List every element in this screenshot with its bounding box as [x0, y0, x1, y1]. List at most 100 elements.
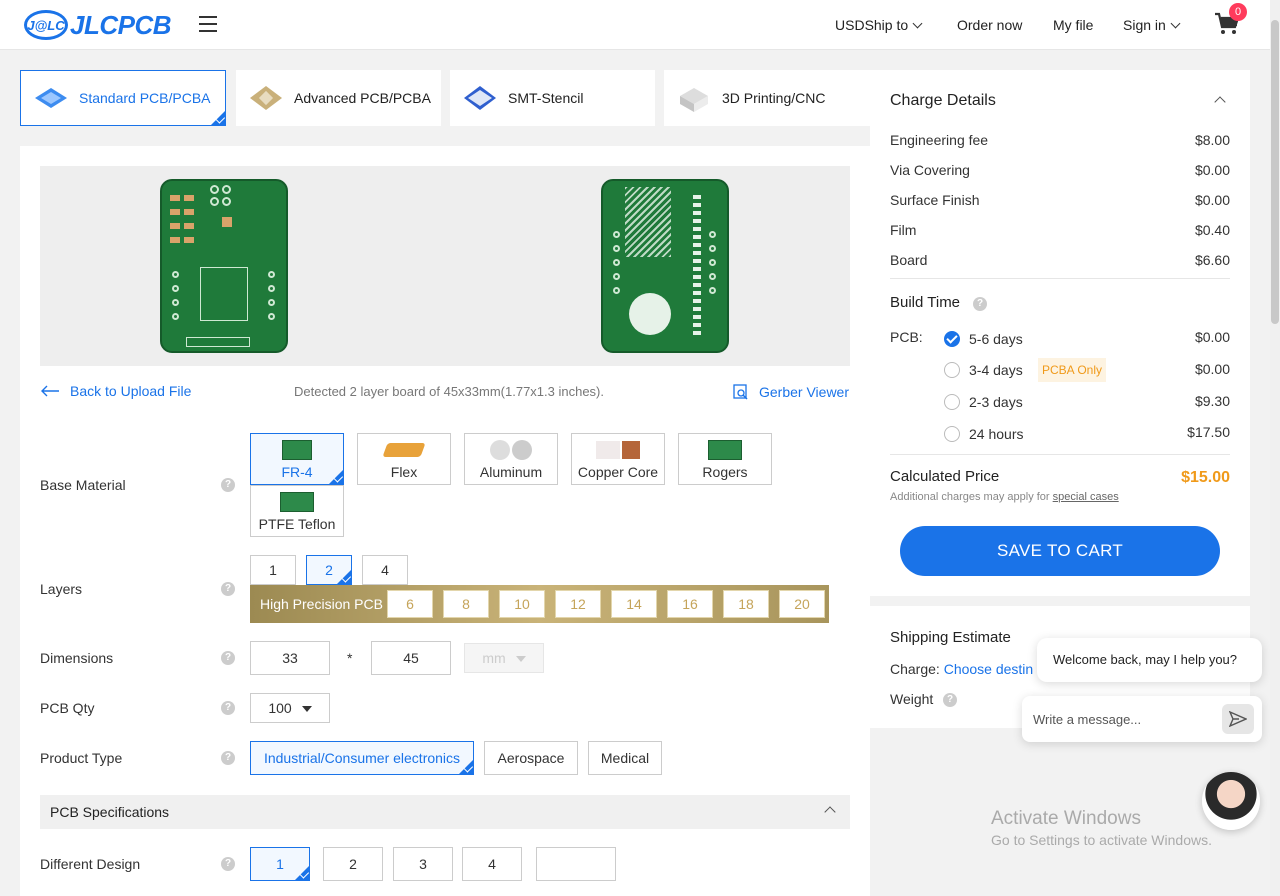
help-icon[interactable]: ?	[221, 751, 235, 765]
calculated-price-label: Calculated Price	[890, 468, 1000, 485]
selected-check-icon	[295, 866, 309, 880]
advanced-pcb-icon	[250, 86, 282, 110]
build-option-radio[interactable]	[944, 362, 960, 378]
support-agent-avatar[interactable]	[1202, 772, 1260, 830]
tab-advanced-pcb[interactable]: Advanced PCB/PCBA	[236, 70, 441, 126]
design-option-4[interactable]: 4	[462, 847, 522, 881]
dimension-height-input[interactable]: 45	[371, 641, 451, 675]
fee-name: Via Covering	[890, 162, 970, 178]
currency-label: USD	[835, 17, 865, 33]
material-flex[interactable]: Flex	[357, 433, 451, 485]
my-file-link[interactable]: My file	[1053, 0, 1093, 50]
material-fr4[interactable]: FR-4	[250, 433, 344, 485]
layer-option-16[interactable]: 16	[667, 590, 713, 618]
calculated-price-value: $15.00	[1181, 469, 1230, 486]
flex-icon	[358, 438, 450, 462]
selected-check-icon	[337, 570, 351, 584]
help-icon[interactable]: ?	[943, 693, 957, 707]
scrollbar-thumb[interactable]	[1271, 20, 1279, 324]
menu-icon[interactable]	[199, 16, 217, 32]
design-option-1[interactable]: 1	[250, 847, 310, 881]
activate-windows-watermark: Activate Windows Go to Settings to activ…	[991, 808, 1212, 848]
layer-option-4[interactable]: 4	[362, 555, 408, 585]
material-copper-core[interactable]: Copper Core	[571, 433, 665, 485]
layer-option-14[interactable]: 14	[611, 590, 657, 618]
layer-option-1[interactable]: 1	[250, 555, 296, 585]
layer-option-10[interactable]: 10	[499, 590, 545, 618]
material-ptfe-teflon[interactable]: PTFE Teflon	[250, 485, 344, 537]
pcb-bottom-image	[601, 179, 729, 353]
help-icon[interactable]: ?	[221, 651, 235, 665]
material-aluminum[interactable]: Aluminum	[464, 433, 558, 485]
help-icon[interactable]: ?	[221, 857, 235, 871]
help-icon[interactable]: ?	[221, 478, 235, 492]
build-option-radio[interactable]	[944, 394, 960, 410]
chevron-up-icon[interactable]	[1214, 96, 1226, 108]
additional-note-text: Additional charges may apply for	[890, 491, 1050, 503]
help-icon[interactable]: ?	[221, 701, 235, 715]
product-type-label: Product Type	[40, 750, 123, 766]
dimensions-label: Dimensions	[40, 650, 114, 666]
dimension-width-input[interactable]: 33	[250, 641, 330, 675]
material-label: Flex	[390, 464, 418, 480]
cart-count-badge: 0	[1229, 3, 1247, 21]
fee-name: Surface Finish	[890, 192, 980, 208]
material-rogers[interactable]: Rogers	[678, 433, 772, 485]
fee-price: $0.00	[1194, 162, 1230, 178]
layer-option-8[interactable]: 8	[443, 590, 489, 618]
fee-price: $0.40	[1194, 222, 1230, 238]
send-icon	[1229, 711, 1247, 727]
build-option-radio[interactable]	[944, 426, 960, 442]
3d-printing-icon	[680, 88, 708, 112]
top-header: J@LC JLCPCB USD Ship to Order now My file…	[0, 0, 1280, 50]
help-icon[interactable]: ?	[221, 582, 235, 596]
dropdown-arrow-icon	[515, 656, 526, 663]
order-now-link[interactable]: Order now	[957, 0, 1022, 50]
pcb-specifications-section[interactable]: PCB Specifications	[40, 795, 850, 829]
sign-in-menu[interactable]: Sign in	[1123, 0, 1181, 50]
layer-option-2[interactable]: 2	[306, 555, 352, 585]
product-type-aerospace[interactable]: Aerospace	[484, 741, 578, 775]
layer-option-12[interactable]: 12	[555, 590, 601, 618]
back-to-upload-link[interactable]: Back to Upload File	[40, 383, 191, 399]
chat-placeholder: Write a message...	[1033, 712, 1142, 727]
fee-row: Film $0.40	[890, 222, 1230, 238]
pcb-qty-select[interactable]: 100	[250, 693, 330, 723]
layer-option-6[interactable]: 6	[387, 590, 433, 618]
special-cases-link[interactable]: special cases	[1053, 491, 1119, 503]
build-option-radio[interactable]	[944, 331, 960, 347]
product-type-industrial[interactable]: Industrial/Consumer electronics	[250, 741, 474, 775]
detected-board-info: Detected 2 layer board of 45x33mm(1.77x1…	[294, 384, 605, 399]
send-button[interactable]	[1222, 704, 1254, 734]
rogers-icon	[679, 438, 771, 462]
help-icon[interactable]: ?	[973, 297, 987, 311]
smt-stencil-icon	[464, 86, 496, 110]
tab-label: Advanced PCB/PCBA	[294, 90, 431, 106]
base-material-label: Base Material	[40, 477, 126, 493]
ship-to-label: Ship to	[864, 17, 909, 33]
logo-text: JLCPCB	[70, 9, 172, 40]
material-label: Rogers	[702, 464, 748, 480]
divider	[890, 278, 1230, 279]
watermark-line1: Activate Windows	[991, 808, 1141, 829]
build-option-label: 24 hours	[969, 426, 1024, 442]
ship-to-menu[interactable]: USD Ship to	[835, 0, 923, 50]
tab-standard-pcb[interactable]: Standard PCB/PCBA	[20, 70, 226, 126]
layer-option-18[interactable]: 18	[723, 590, 769, 618]
build-option-label: 3-4 days	[969, 362, 1023, 378]
design-option-3[interactable]: 3	[393, 847, 453, 881]
jlcpcb-logo[interactable]: J@LC JLCPCB	[24, 8, 172, 42]
fee-price: $0.00	[1194, 192, 1230, 208]
tab-3d-printing[interactable]: 3D Printing/CNC	[664, 70, 870, 126]
save-to-cart-button[interactable]: SAVE TO CART	[900, 526, 1220, 576]
design-option-2[interactable]: 2	[323, 847, 383, 881]
choose-destination-link[interactable]: Choose destin	[944, 661, 1034, 677]
copper-core-icon	[572, 438, 664, 462]
product-type-medical[interactable]: Medical	[588, 741, 662, 775]
layer-option-20[interactable]: 20	[779, 590, 825, 618]
design-custom-input[interactable]	[536, 847, 616, 881]
gerber-viewer-link[interactable]: Gerber Viewer	[733, 384, 849, 400]
chat-message-input[interactable]: Write a message...	[1022, 696, 1262, 742]
material-label: Copper Core	[577, 464, 659, 480]
tab-smt-stencil[interactable]: SMT-Stencil	[450, 70, 655, 126]
